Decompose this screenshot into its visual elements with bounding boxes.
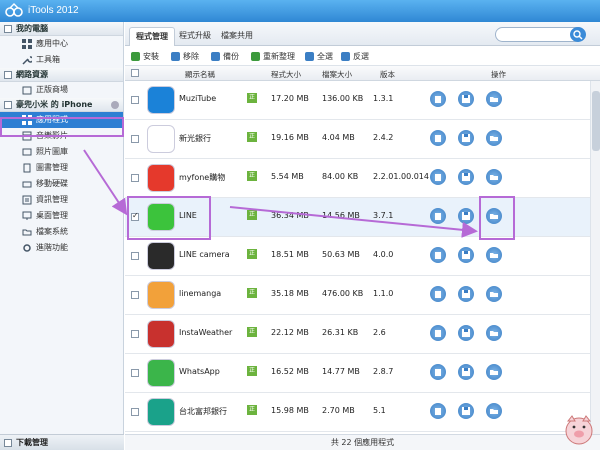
pig-mascot-watermark: [565, 415, 593, 445]
annotation-arrows: [83, 149, 478, 238]
